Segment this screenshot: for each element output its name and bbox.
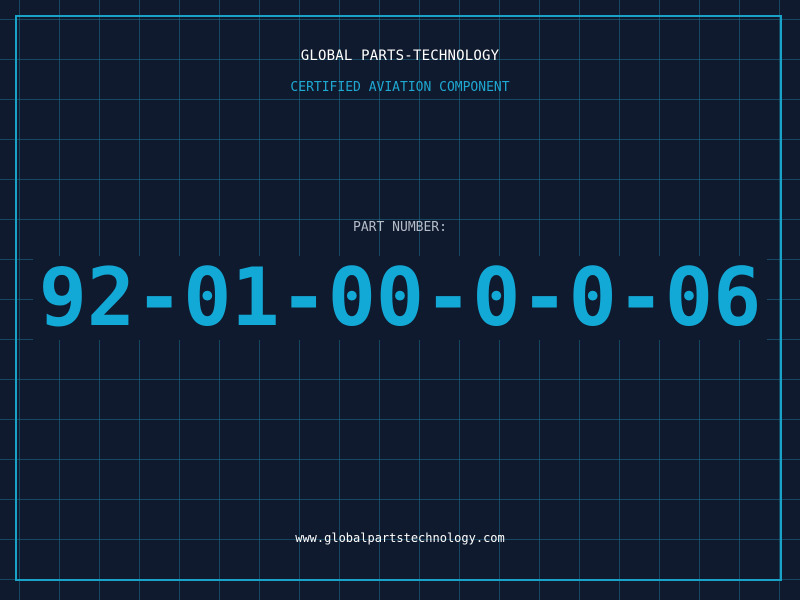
- part-number-value: 92-01-00-0-0-06: [32, 256, 768, 340]
- label-card: GLOBAL PARTS-TECHNOLOGY CERTIFIED AVIATI…: [0, 0, 800, 600]
- website-url: www.globalpartstechnology.com: [295, 531, 505, 545]
- certification-subtitle: CERTIFIED AVIATION COMPONENT: [290, 80, 510, 95]
- part-number-label: PART NUMBER:: [353, 220, 447, 235]
- part-number-display: 92-01-00-0-0-06: [0, 256, 800, 340]
- company-name: GLOBAL PARTS-TECHNOLOGY: [300, 48, 500, 64]
